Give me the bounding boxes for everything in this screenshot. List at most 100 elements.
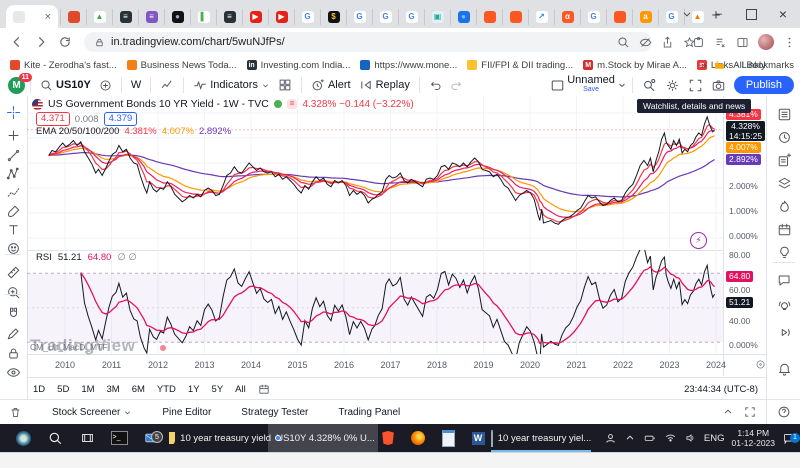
help-button[interactable]: [766, 399, 800, 424]
browser-tab[interactable]: [606, 9, 632, 25]
browser-tab[interactable]: ▌: [190, 9, 216, 25]
url-bar[interactable]: in.tradingview.com/chart/5wuNJfPs/: [84, 32, 652, 52]
fullscreen-icon[interactable]: [684, 78, 707, 93]
browser-tab[interactable]: ↗: [528, 9, 554, 25]
all-bookmarks-folder-icon[interactable]: [714, 60, 725, 71]
year-label[interactable]: 2021: [566, 360, 586, 370]
chrome-window[interactable]: US10Y 4.328% 0% U...: [268, 424, 378, 452]
alert-button[interactable]: Alert: [307, 78, 355, 92]
volume-icon[interactable]: [684, 432, 697, 444]
close-window-button[interactable]: ×: [770, 3, 796, 25]
rsi-legend[interactable]: RSI 51.21 64.80 ∅ ∅: [36, 252, 137, 263]
price-scale[interactable]: 4.381%4.328%14:15:254.007%2.892%2.000%1.…: [723, 96, 767, 376]
snapshot-camera-icon[interactable]: [707, 78, 730, 93]
year-label[interactable]: 2012: [148, 360, 168, 370]
go-to-date-icon[interactable]: [258, 383, 270, 395]
chat-icon[interactable]: [775, 271, 793, 289]
panel-chevron-up-icon[interactable]: [722, 406, 734, 418]
statusbar-trading-panel[interactable]: Trading Panel: [338, 407, 400, 418]
browser-tab[interactable]: ●: [450, 9, 476, 25]
symbol-search[interactable]: US10Y: [36, 79, 95, 92]
year-label[interactable]: 2011: [102, 360, 121, 370]
year-label[interactable]: 2024: [706, 360, 726, 370]
publish-button[interactable]: Publish: [734, 76, 794, 94]
time-axis[interactable]: 2010201120122013201420152016201720182019…: [27, 354, 766, 376]
streams-icon[interactable]: [775, 323, 793, 341]
statusbar-pine-editor[interactable]: Pine Editor: [162, 407, 211, 418]
wifi-icon[interactable]: [664, 432, 677, 444]
quick-search-icon[interactable]: [638, 78, 661, 93]
interval-button[interactable]: W: [127, 79, 145, 91]
sticky-note-window[interactable]: 10 year treasury yield: [163, 424, 277, 452]
all-bookmarks-label[interactable]: All Bookmarks: [733, 60, 794, 71]
year-label[interactable]: 2018: [427, 360, 447, 370]
bookmark-item[interactable]: https://www.mone...: [360, 60, 457, 71]
zoom-page-icon[interactable]: [617, 36, 630, 49]
panel-maximize-icon[interactable]: [744, 406, 756, 418]
bookmark-item[interactable]: FII/FPI & DII trading...: [467, 60, 573, 71]
bookmark-item[interactable]: Kite - Zerodha's fast...: [10, 60, 117, 71]
cross-tool-icon[interactable]: [3, 125, 23, 145]
tray-chevron-up-icon[interactable]: [624, 432, 636, 444]
bookmark-item[interactable]: inInvesting.com India...: [247, 60, 351, 71]
profile-chevron-icon[interactable]: [674, 3, 700, 25]
save-label[interactable]: Save: [583, 85, 599, 94]
browser-tab[interactable]: [60, 9, 86, 25]
minds-icon[interactable]: [775, 297, 793, 315]
legend-title[interactable]: US Government Bonds 10 YR Yield - 1W - T…: [48, 98, 269, 110]
session-clock[interactable]: 23:44:34 (UTC-8): [684, 384, 758, 395]
browser-tab[interactable]: α: [554, 9, 580, 25]
symbol-legend[interactable]: US Government Bonds 10 YR Yield - 1W - T…: [32, 98, 414, 110]
year-label[interactable]: 2013: [194, 360, 214, 370]
maximize-button[interactable]: [738, 3, 764, 25]
year-label[interactable]: 2014: [241, 360, 261, 370]
timeframe-all[interactable]: All: [229, 384, 252, 395]
remove-all-trash-icon[interactable]: [9, 406, 22, 419]
year-label[interactable]: 2020: [520, 360, 540, 370]
browser-tab[interactable]: ▶: [242, 9, 268, 25]
browser-tab[interactable]: [502, 9, 528, 25]
lock-all-tool-icon[interactable]: [3, 343, 23, 363]
calendar-icon[interactable]: [775, 220, 793, 238]
ema-legend[interactable]: EMA 20/50/100/200 4.381%4.007%2.892%: [36, 126, 231, 137]
browser-tab[interactable]: [476, 9, 502, 25]
timeframe-5y[interactable]: 5Y: [206, 384, 230, 395]
timeframe-1m[interactable]: 1M: [75, 384, 100, 395]
browser-tab[interactable]: G: [346, 9, 372, 25]
pitchfork-tool-icon[interactable]: [3, 163, 23, 183]
year-label[interactable]: 2010: [55, 360, 75, 370]
reading-list-icon[interactable]: [714, 36, 727, 49]
browser-tab[interactable]: G: [398, 9, 424, 25]
settings-gear-icon[interactable]: [661, 78, 684, 93]
battery-icon[interactable]: [643, 432, 657, 444]
browser-tab[interactable]: $: [320, 9, 346, 25]
undo-icon[interactable]: [425, 79, 446, 92]
bookmark-item[interactable]: Business News Toda...: [127, 60, 237, 71]
browser-active-tab[interactable]: ×: [6, 5, 58, 28]
timeframe-5d[interactable]: 5D: [51, 384, 75, 395]
browser-tab[interactable]: ▣: [424, 9, 450, 25]
brush-tool-icon[interactable]: [3, 201, 23, 221]
emoji-tool-icon[interactable]: [3, 238, 23, 258]
hotlists-icon[interactable]: [775, 197, 793, 215]
menu-kebab-icon[interactable]: [783, 36, 796, 49]
replay-button[interactable]: Replay: [355, 78, 414, 92]
share-icon[interactable]: [661, 36, 674, 49]
object-tree-icon[interactable]: [775, 174, 793, 192]
year-label[interactable]: 2019: [473, 360, 493, 370]
quick-action-lightning-icon[interactable]: ⚡: [690, 232, 707, 249]
browser-tab[interactable]: ●: [164, 9, 190, 25]
browser-tab[interactable]: ▲: [86, 9, 112, 25]
watchlist-icon[interactable]: [775, 105, 793, 123]
layout-name-button[interactable]: Unnamed Save: [567, 76, 615, 94]
people-icon[interactable]: [604, 432, 617, 445]
statusbar-stock-screener[interactable]: Stock Screener: [52, 407, 132, 418]
draw-lock-tool-icon[interactable]: [3, 323, 23, 343]
side-panel-icon[interactable]: [736, 36, 749, 49]
notification-center-icon[interactable]: 1: [782, 432, 796, 445]
back-icon[interactable]: [10, 35, 24, 49]
year-label[interactable]: 2022: [613, 360, 633, 370]
year-label[interactable]: 2015: [287, 360, 307, 370]
user-avatar[interactable]: M 11: [8, 77, 25, 94]
indicators-button[interactable]: Indicators: [189, 78, 274, 92]
